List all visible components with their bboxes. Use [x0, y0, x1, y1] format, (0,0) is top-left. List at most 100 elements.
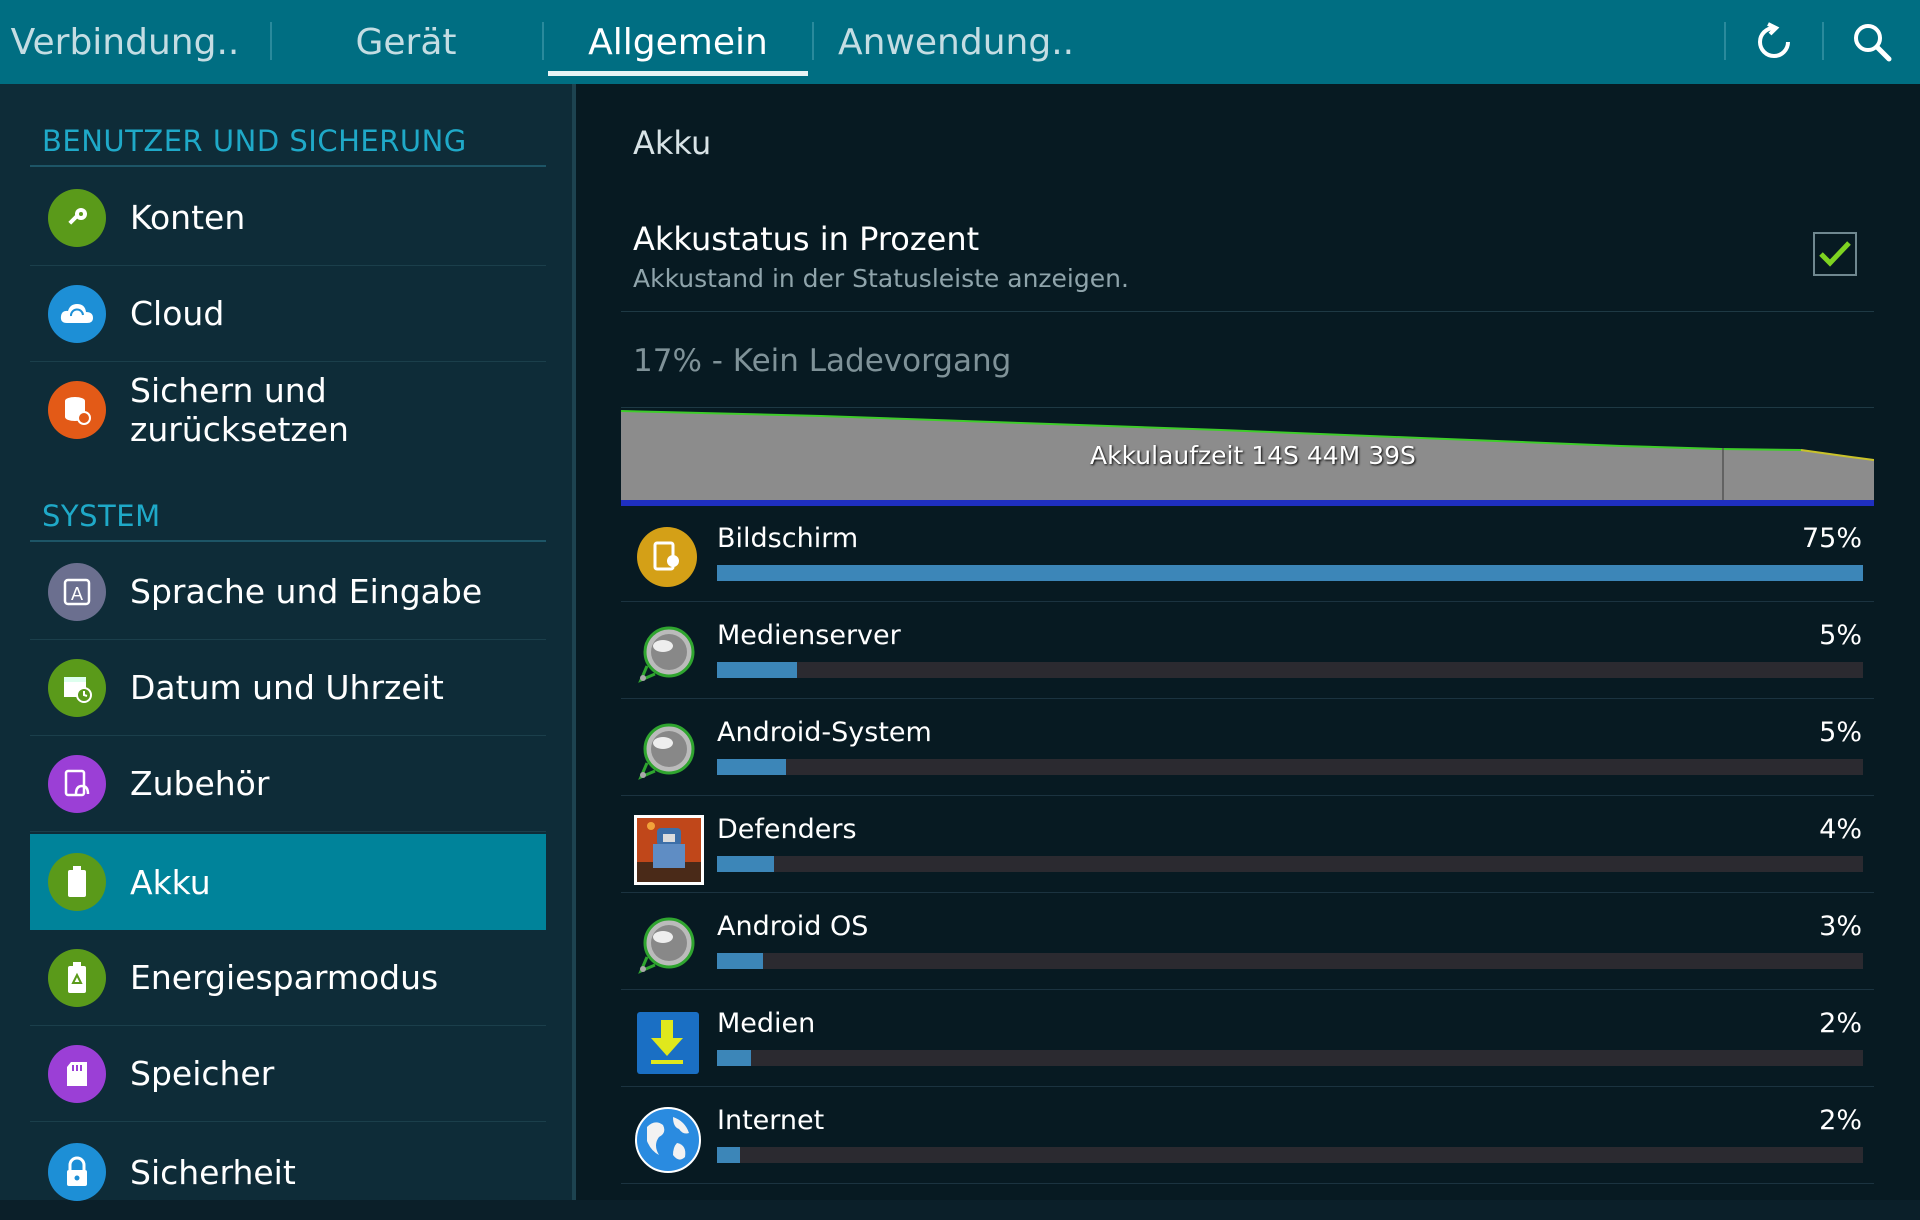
usage-bar-fill: [717, 953, 763, 969]
percent-pref-title[interactable]: Akkustatus in Prozent: [633, 220, 979, 258]
usage-bar-fill: [717, 662, 798, 678]
section-divider: [30, 165, 546, 167]
sidebar-item-label: Konten: [130, 198, 246, 237]
sidebar-item-zubehoer[interactable]: Zubehör: [30, 736, 546, 832]
list-item[interactable]: Medien 2%: [621, 990, 1874, 1087]
section-header-users-backup: BENUTZER UND SICHERUNG: [42, 124, 467, 158]
sidebar-item-label: Sprache und Eingabe: [130, 572, 483, 611]
sidebar-item-label: Sichern und zurücksetzen: [130, 371, 349, 449]
battery-icon: [48, 853, 106, 911]
tab-divider: [542, 22, 544, 60]
tab-label: Verbindung..: [10, 21, 240, 63]
tab-divider: [270, 22, 272, 60]
section-header-system: SYSTEM: [42, 499, 161, 533]
app-percent: 5%: [1819, 620, 1862, 651]
key-icon: [48, 188, 106, 247]
percent-pref-checkbox[interactable]: [1813, 232, 1857, 276]
search-icon[interactable]: [1846, 16, 1898, 68]
tab-divider: [812, 22, 814, 60]
usage-bar-fill: [717, 1050, 752, 1066]
checkmark-icon: [1819, 241, 1851, 267]
usage-bar-fill: [717, 565, 1863, 581]
backup-icon: [48, 381, 106, 439]
globe-icon: [633, 1105, 701, 1173]
storage-icon: [48, 1044, 106, 1103]
tab-geraet[interactable]: Gerät: [290, 0, 522, 84]
tab-allgemein[interactable]: Allgemein: [548, 0, 808, 84]
tab-label: Allgemein: [588, 21, 768, 63]
divider: [621, 311, 1874, 312]
app-name: Android-System: [717, 717, 932, 748]
usage-bar: [717, 856, 1863, 872]
android-os-icon: [633, 911, 701, 979]
usage-bar: [717, 953, 1863, 969]
battery-status-text: 17% - Kein Ladevorgang: [633, 343, 1012, 379]
app-name: Medienserver: [717, 620, 901, 651]
lock-icon: [48, 1143, 106, 1201]
sidebar-item-speicher[interactable]: Speicher: [30, 1026, 546, 1122]
app-percent: 3%: [1819, 911, 1862, 942]
toolbar-divider: [1724, 22, 1726, 60]
sidebar-item-energiesparmodus[interactable]: Energiesparmodus: [30, 930, 546, 1026]
usage-bar: [717, 1147, 1863, 1163]
list-item[interactable]: Android OS 3%: [621, 893, 1874, 990]
app-name: Internet: [717, 1105, 825, 1136]
accessory-icon: [48, 754, 106, 813]
sidebar-item-sicherheit[interactable]: Sicherheit: [30, 1124, 546, 1220]
app-percent: 5%: [1819, 717, 1862, 748]
sidebar-item-sichern[interactable]: Sichern und zurücksetzen: [30, 362, 546, 458]
usage-bar-fill: [717, 759, 786, 775]
list-item[interactable]: Bildschirm 75%: [621, 505, 1874, 602]
usage-bar-fill: [717, 1147, 740, 1163]
app-name: Android OS: [717, 911, 869, 942]
tab-anwendungen[interactable]: Anwendung..: [830, 0, 1074, 84]
list-item[interactable]: Medienserver 5%: [621, 602, 1874, 699]
percent-pref-subtitle: Akkustand in der Statusleiste anzeigen.: [633, 264, 1129, 293]
app-name: Bildschirm: [717, 523, 859, 554]
sidebar-item-label: Energiesparmodus: [130, 958, 439, 997]
usage-bar: [717, 565, 1863, 581]
list-item[interactable]: Android-System 5%: [621, 699, 1874, 796]
tab-label: Gerät: [355, 21, 457, 63]
sidebar-item-cloud[interactable]: Cloud: [30, 266, 546, 362]
app-percent: 2%: [1819, 1105, 1862, 1136]
battery-runtime-label: Akkulaufzeit 14S 44M 39S: [1090, 441, 1416, 470]
sidebar-item-akku[interactable]: Akku: [30, 834, 546, 930]
active-tab-indicator: [548, 71, 808, 76]
list-item[interactable]: Defenders 4%: [621, 796, 1874, 893]
game-icon: [633, 814, 704, 885]
tab-verbindungen[interactable]: Verbindung..: [0, 0, 250, 84]
media-server-icon: [633, 620, 701, 688]
svg-text:A: A: [71, 584, 83, 604]
sidebar-item-sprache[interactable]: A Sprache und Eingabe: [30, 544, 546, 640]
usage-bar: [717, 662, 1863, 678]
app-percent: 2%: [1819, 1008, 1862, 1039]
toolbar-divider: [1822, 22, 1824, 60]
sidebar-item-datum[interactable]: Datum und Uhrzeit: [30, 640, 546, 736]
language-icon: A: [48, 562, 106, 621]
power-saving-icon: [48, 948, 106, 1007]
usage-bar: [717, 1050, 1863, 1066]
app-percent: 75%: [1801, 523, 1862, 554]
android-system-icon: [633, 717, 701, 785]
usage-bar-fill: [717, 856, 775, 872]
app-percent: 4%: [1819, 814, 1862, 845]
app-name: Defenders: [717, 814, 857, 845]
screen-icon: [633, 523, 701, 591]
section-divider: [30, 540, 546, 542]
sidebar-item-label: Akku: [130, 862, 211, 902]
sidebar-item-label: Cloud: [130, 294, 225, 333]
app-name: Medien: [717, 1008, 816, 1039]
refresh-icon[interactable]: [1748, 16, 1800, 68]
page-title: Akku: [633, 124, 712, 162]
sidebar-item-label: Speicher: [130, 1054, 275, 1093]
list-item[interactable]: Internet 2%: [621, 1087, 1874, 1184]
cloud-icon: [48, 284, 106, 343]
download-icon: [633, 1008, 701, 1076]
usage-bar: [717, 759, 1863, 775]
calendar-clock-icon: [48, 658, 106, 717]
sidebar-item-label: Zubehör: [130, 764, 270, 803]
sidebar-item-label: Sicherheit: [130, 1152, 296, 1192]
sidebar-item-konten[interactable]: Konten: [30, 170, 546, 266]
tab-label: Anwendung..: [838, 21, 1075, 63]
